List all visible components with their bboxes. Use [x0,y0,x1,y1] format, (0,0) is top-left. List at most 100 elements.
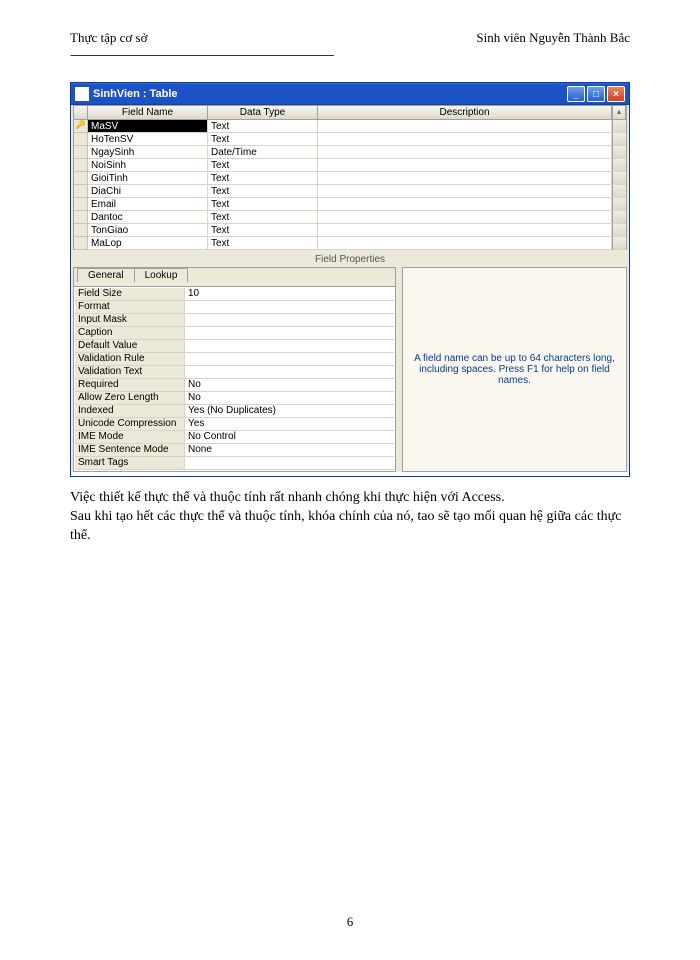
property-value[interactable] [185,353,394,366]
maximize-button[interactable]: □ [587,86,605,102]
description-cell[interactable] [318,185,612,198]
scrollbar-track[interactable] [612,146,626,159]
property-row[interactable]: Validation Rule [75,353,394,366]
row-selector[interactable] [74,185,88,198]
field-name-cell[interactable]: GioiTinh [88,172,208,185]
property-value[interactable] [185,314,394,327]
field-name-cell[interactable]: HoTenSV [88,133,208,146]
property-value[interactable]: 10 [185,288,394,301]
primary-key-icon[interactable]: 🔑 [74,120,88,133]
close-button[interactable]: × [607,86,625,102]
description-cell[interactable] [318,172,612,185]
scrollbar-track[interactable] [612,120,626,133]
property-value[interactable]: Yes (No Duplicates) [185,405,394,418]
scrollbar-track[interactable] [612,159,626,172]
property-row[interactable]: IndexedYes (No Duplicates) [75,405,394,418]
scrollbar-track[interactable] [612,172,626,185]
scrollbar-track[interactable] [612,224,626,237]
property-grid[interactable]: Field Size10FormatInput MaskCaptionDefau… [74,286,395,471]
property-value[interactable]: No [185,392,394,405]
row-selector[interactable] [74,133,88,146]
data-type-cell[interactable]: Text [208,120,318,133]
data-type-cell[interactable]: Text [208,237,318,250]
col-field-name[interactable]: Field Name [88,106,208,120]
property-row[interactable]: Smart Tags [75,457,394,470]
description-cell[interactable] [318,159,612,172]
description-cell[interactable] [318,237,612,250]
scrollbar-track[interactable] [612,133,626,146]
property-value[interactable] [185,366,394,379]
data-type-cell[interactable]: Text [208,224,318,237]
description-cell[interactable] [318,224,612,237]
row-selector[interactable] [74,146,88,159]
data-type-cell[interactable]: Text [208,211,318,224]
field-grid[interactable]: Field Name Data Type Description ▴ 🔑MaSV… [73,105,627,250]
scrollbar-track[interactable] [612,185,626,198]
row-selector[interactable] [74,198,88,211]
table-row[interactable]: HoTenSVText [74,133,626,146]
row-selector[interactable] [74,172,88,185]
property-row[interactable]: Validation Text [75,366,394,379]
titlebar[interactable]: SinhVien : Table _ □ × [71,83,629,105]
table-row[interactable]: NgaySinhDate/Time [74,146,626,159]
data-type-cell[interactable]: Text [208,172,318,185]
data-type-cell[interactable]: Text [208,159,318,172]
table-row[interactable]: NoiSinhText [74,159,626,172]
field-name-cell[interactable]: MaSV [88,120,208,133]
field-name-cell[interactable]: TonGiao [88,224,208,237]
col-data-type[interactable]: Data Type [208,106,318,120]
scrollbar-track[interactable] [612,198,626,211]
minimize-button[interactable]: _ [567,86,585,102]
property-value[interactable]: Yes [185,418,394,431]
data-type-cell[interactable]: Text [208,198,318,211]
table-row[interactable]: MaLopText [74,237,626,250]
data-type-cell[interactable]: Date/Time [208,146,318,159]
property-row[interactable]: Unicode CompressionYes [75,418,394,431]
property-value[interactable] [185,301,394,314]
property-row[interactable]: Default Value [75,340,394,353]
property-row[interactable]: IME Sentence ModeNone [75,444,394,457]
field-name-cell[interactable]: DiaChi [88,185,208,198]
property-row[interactable]: Input Mask [75,314,394,327]
property-row[interactable]: Field Size10 [75,288,394,301]
table-row[interactable]: EmailText [74,198,626,211]
property-row[interactable]: IME ModeNo Control [75,431,394,444]
property-value[interactable]: No [185,379,394,392]
field-name-cell[interactable]: Dantoc [88,211,208,224]
description-cell[interactable] [318,211,612,224]
property-value[interactable] [185,327,394,340]
property-row[interactable]: Allow Zero LengthNo [75,392,394,405]
property-row[interactable]: Caption [75,327,394,340]
field-name-cell[interactable]: MaLop [88,237,208,250]
table-row[interactable]: TonGiaoText [74,224,626,237]
description-cell[interactable] [318,133,612,146]
property-value[interactable]: No Control [185,431,394,444]
scrollbar-track[interactable] [612,211,626,224]
row-selector[interactable] [74,159,88,172]
tab-general[interactable]: General [77,268,135,282]
field-name-cell[interactable]: NoiSinh [88,159,208,172]
property-value[interactable] [185,457,394,470]
property-row[interactable]: RequiredNo [75,379,394,392]
col-description[interactable]: Description [318,106,612,120]
field-name-cell[interactable]: Email [88,198,208,211]
row-selector[interactable] [74,224,88,237]
table-row[interactable]: DantocText [74,211,626,224]
scroll-up-icon[interactable]: ▴ [612,106,626,120]
data-type-cell[interactable]: Text [208,133,318,146]
property-value[interactable]: None [185,444,394,457]
scrollbar-track[interactable] [612,237,626,250]
description-cell[interactable] [318,146,612,159]
description-cell[interactable] [318,198,612,211]
row-selector[interactable] [74,211,88,224]
table-row[interactable]: GioiTinhText [74,172,626,185]
table-row[interactable]: 🔑MaSVText [74,120,626,133]
description-cell[interactable] [318,120,612,133]
property-value[interactable] [185,340,394,353]
tab-lookup[interactable]: Lookup [134,268,189,282]
data-type-cell[interactable]: Text [208,185,318,198]
field-name-cell[interactable]: NgaySinh [88,146,208,159]
row-selector[interactable] [74,237,88,250]
property-row[interactable]: Format [75,301,394,314]
table-row[interactable]: DiaChiText [74,185,626,198]
